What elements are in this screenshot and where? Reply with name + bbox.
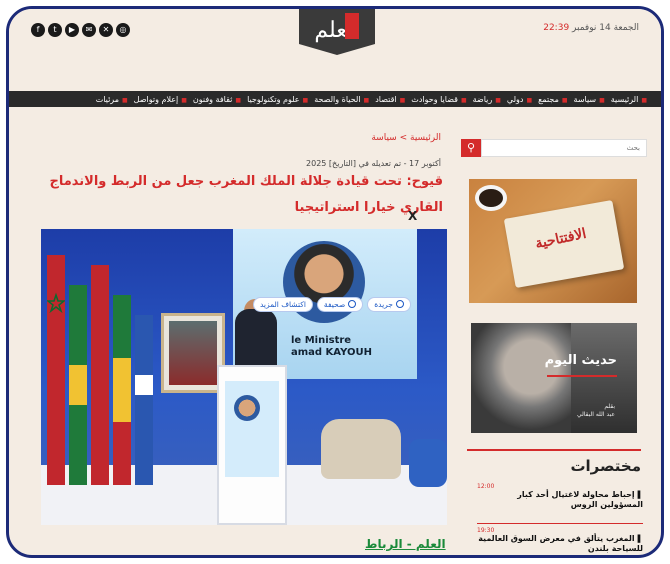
byline-prefix: بقلم — [604, 403, 615, 410]
pill-journal-label: جريدة — [374, 300, 393, 309]
pill-discover-label: اكتشاف المزيد — [260, 300, 306, 309]
brief-time: 19:30 — [477, 527, 495, 534]
nav-item-media[interactable]: إعلام وتواصل — [134, 95, 187, 104]
brief-item[interactable]: 19:30 المغرب يتألق في معرض السوق العالمي… — [477, 527, 643, 554]
x-icon[interactable]: ✕ — [99, 23, 113, 37]
today-talk-promo[interactable]: حديث اليوم بقلم عبد الله البقالي — [471, 323, 637, 433]
site-logo[interactable]: العلم — [299, 9, 375, 55]
screen-caption-line2: amad KAYOUH — [291, 347, 372, 358]
brief-text: المغرب يتألق في معرض السوق العالمية للسي… — [477, 534, 643, 554]
author-photo — [471, 323, 571, 433]
email-icon[interactable]: ✉ — [82, 23, 96, 37]
facebook-icon[interactable]: f — [31, 23, 45, 37]
king-portrait — [169, 321, 217, 385]
social-links: f t ▶ ✉ ✕ ◎ — [31, 23, 130, 37]
search-button[interactable]: ⚲ — [461, 139, 481, 157]
nav-item-issues[interactable]: قضايا وحوادث — [411, 95, 466, 104]
title-underline — [547, 375, 617, 377]
brief-divider — [477, 523, 643, 524]
nav-item-health[interactable]: الحياة والصحة — [314, 95, 369, 104]
nav-item-international[interactable]: دولي — [507, 95, 532, 104]
screen-caption-line1: le Ministre — [291, 335, 352, 346]
nav-item-home[interactable]: الرئيسية — [611, 95, 647, 104]
side-chair — [409, 439, 447, 487]
close-icon[interactable]: X — [408, 209, 417, 223]
podium — [217, 365, 287, 525]
browser-frame: f t ▶ ✉ ✕ ◎ العلم الجمعة 14 نوفمبر 22:39… — [6, 6, 664, 558]
pill-journal[interactable]: جريدة — [367, 297, 411, 312]
pill-radio-icon — [395, 300, 404, 308]
search-icon: ⚲ — [466, 141, 476, 154]
flag-morocco-icon — [47, 255, 65, 485]
armchair — [321, 419, 401, 479]
brief-item[interactable]: 12:00 إحباط محاولة لاغتيال أحد كبار المس… — [477, 483, 643, 510]
article-headline: قيوح: تحت قيادة جلالة الملك المغرب جعل م… — [49, 174, 443, 215]
nav-item-society[interactable]: مجتمع — [538, 95, 567, 104]
byline-author: عبد الله البقالي — [576, 411, 615, 418]
editorial-promo[interactable]: الافتتاحية — [469, 179, 637, 303]
brief-text: إحباط محاولة لاغتيال أحد كبار المسؤولين … — [477, 490, 643, 510]
flag-morocco-2-icon — [91, 265, 109, 485]
youtube-icon[interactable]: ▶ — [65, 23, 79, 37]
main-nav: الرئيسية سياسة مجتمع دولي رياضة قضايا وح… — [9, 91, 661, 107]
photo-caption[interactable]: العلم - الرباط — [365, 537, 446, 551]
flag-multicolor-icon — [113, 295, 131, 485]
podium-portrait — [234, 395, 260, 421]
flag-green-icon — [69, 285, 87, 485]
pill-radio-icon — [348, 300, 357, 308]
author-byline: بقلم عبد الله البقالي — [577, 403, 615, 419]
nav-item-economy[interactable]: اقتصاد — [375, 95, 405, 104]
article-photo: le Ministre amad KAYOUH اكتشاف المزيد صح… — [41, 229, 447, 525]
speaker — [235, 309, 277, 369]
briefs-heading: مختصرات — [467, 449, 641, 475]
today-talk-title: حديث اليوم — [544, 353, 617, 368]
breadcrumb[interactable]: الرئيسية > سياسة — [371, 133, 441, 143]
overlay-pills: اكتشاف المزيد صحيفة جريدة — [253, 297, 411, 312]
pill-discover-more[interactable]: اكتشاف المزيد — [253, 297, 313, 312]
pill-newspaper[interactable]: صحيفة — [316, 297, 364, 312]
pill-newspaper-label: صحيفة — [323, 300, 346, 309]
search-input[interactable] — [481, 139, 647, 157]
nav-item-politics[interactable]: سياسة — [574, 95, 605, 104]
screen-caption: le Ministre amad KAYOUH — [291, 335, 372, 359]
search-bar: ⚲ — [461, 139, 647, 157]
nav-item-science[interactable]: علوم وتكنولوجيا — [247, 95, 308, 104]
coffee-cup-icon — [475, 185, 507, 211]
article-dates: أكتوبر 17 - تم تعديله في [التاريخ] 2025 — [306, 159, 441, 168]
nav-item-culture[interactable]: ثقافة وفنون — [193, 95, 241, 104]
site-header: f t ▶ ✉ ✕ ◎ العلم الجمعة 14 نوفمبر 22:39 — [9, 9, 661, 89]
date-text: الجمعة 14 نوفمبر — [572, 23, 639, 33]
brief-time: 12:00 — [477, 483, 495, 490]
flag-blue-icon — [135, 315, 153, 485]
nav-item-videos[interactable]: مرئيات — [96, 95, 128, 104]
instagram-icon[interactable]: ◎ — [116, 23, 130, 37]
logo-accent — [345, 13, 359, 39]
twitter-icon[interactable]: t — [48, 23, 62, 37]
time-text: 22:39 — [543, 23, 570, 33]
dateline: الجمعة 14 نوفمبر 22:39 — [539, 23, 639, 33]
nav-item-sports[interactable]: رياضة — [473, 95, 501, 104]
